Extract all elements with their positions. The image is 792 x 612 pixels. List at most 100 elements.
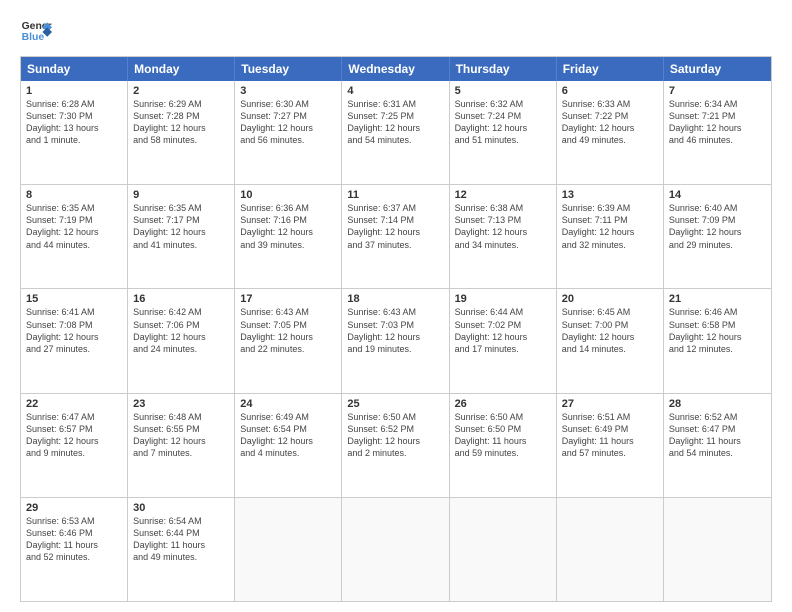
day-info: Sunrise: 6:52 AM Sunset: 6:47 PM Dayligh… [669, 411, 766, 460]
day-number: 19 [455, 293, 551, 305]
day-info: Sunrise: 6:28 AM Sunset: 7:30 PM Dayligh… [26, 98, 122, 147]
day-number: 18 [347, 293, 443, 305]
calendar: SundayMondayTuesdayWednesdayThursdayFrid… [20, 56, 772, 602]
header-day-monday: Monday [128, 57, 235, 81]
calendar-cell: 13Sunrise: 6:39 AM Sunset: 7:11 PM Dayli… [557, 185, 664, 288]
header-day-thursday: Thursday [450, 57, 557, 81]
day-number: 5 [455, 85, 551, 97]
day-number: 13 [562, 189, 658, 201]
calendar-cell [557, 498, 664, 601]
calendar-body: 1Sunrise: 6:28 AM Sunset: 7:30 PM Daylig… [21, 81, 771, 601]
day-number: 16 [133, 293, 229, 305]
calendar-cell: 22Sunrise: 6:47 AM Sunset: 6:57 PM Dayli… [21, 394, 128, 497]
day-number: 28 [669, 398, 766, 410]
day-info: Sunrise: 6:41 AM Sunset: 7:08 PM Dayligh… [26, 306, 122, 355]
day-number: 17 [240, 293, 336, 305]
header-day-tuesday: Tuesday [235, 57, 342, 81]
calendar-cell: 30Sunrise: 6:54 AM Sunset: 6:44 PM Dayli… [128, 498, 235, 601]
header-day-wednesday: Wednesday [342, 57, 449, 81]
svg-text:Blue: Blue [22, 32, 45, 43]
calendar-cell: 7Sunrise: 6:34 AM Sunset: 7:21 PM Daylig… [664, 81, 771, 184]
calendar-cell: 27Sunrise: 6:51 AM Sunset: 6:49 PM Dayli… [557, 394, 664, 497]
calendar-cell: 29Sunrise: 6:53 AM Sunset: 6:46 PM Dayli… [21, 498, 128, 601]
day-info: Sunrise: 6:32 AM Sunset: 7:24 PM Dayligh… [455, 98, 551, 147]
day-info: Sunrise: 6:34 AM Sunset: 7:21 PM Dayligh… [669, 98, 766, 147]
day-info: Sunrise: 6:36 AM Sunset: 7:16 PM Dayligh… [240, 202, 336, 251]
calendar-header: SundayMondayTuesdayWednesdayThursdayFrid… [21, 57, 771, 81]
day-info: Sunrise: 6:40 AM Sunset: 7:09 PM Dayligh… [669, 202, 766, 251]
calendar-cell: 18Sunrise: 6:43 AM Sunset: 7:03 PM Dayli… [342, 289, 449, 392]
day-info: Sunrise: 6:48 AM Sunset: 6:55 PM Dayligh… [133, 411, 229, 460]
day-number: 23 [133, 398, 229, 410]
calendar-cell: 11Sunrise: 6:37 AM Sunset: 7:14 PM Dayli… [342, 185, 449, 288]
header-day-sunday: Sunday [21, 57, 128, 81]
day-info: Sunrise: 6:50 AM Sunset: 6:52 PM Dayligh… [347, 411, 443, 460]
logo: General Blue [20, 16, 56, 48]
day-number: 3 [240, 85, 336, 97]
header-day-friday: Friday [557, 57, 664, 81]
calendar-cell: 6Sunrise: 6:33 AM Sunset: 7:22 PM Daylig… [557, 81, 664, 184]
day-number: 4 [347, 85, 443, 97]
day-info: Sunrise: 6:29 AM Sunset: 7:28 PM Dayligh… [133, 98, 229, 147]
day-info: Sunrise: 6:37 AM Sunset: 7:14 PM Dayligh… [347, 202, 443, 251]
calendar-cell: 21Sunrise: 6:46 AM Sunset: 6:58 PM Dayli… [664, 289, 771, 392]
day-info: Sunrise: 6:33 AM Sunset: 7:22 PM Dayligh… [562, 98, 658, 147]
calendar-cell: 10Sunrise: 6:36 AM Sunset: 7:16 PM Dayli… [235, 185, 342, 288]
day-info: Sunrise: 6:53 AM Sunset: 6:46 PM Dayligh… [26, 515, 122, 564]
calendar-cell: 20Sunrise: 6:45 AM Sunset: 7:00 PM Dayli… [557, 289, 664, 392]
day-info: Sunrise: 6:45 AM Sunset: 7:00 PM Dayligh… [562, 306, 658, 355]
calendar-cell: 2Sunrise: 6:29 AM Sunset: 7:28 PM Daylig… [128, 81, 235, 184]
day-number: 22 [26, 398, 122, 410]
calendar-cell: 17Sunrise: 6:43 AM Sunset: 7:05 PM Dayli… [235, 289, 342, 392]
day-number: 10 [240, 189, 336, 201]
calendar-row-4: 29Sunrise: 6:53 AM Sunset: 6:46 PM Dayli… [21, 497, 771, 601]
calendar-cell [342, 498, 449, 601]
day-info: Sunrise: 6:54 AM Sunset: 6:44 PM Dayligh… [133, 515, 229, 564]
day-info: Sunrise: 6:42 AM Sunset: 7:06 PM Dayligh… [133, 306, 229, 355]
day-info: Sunrise: 6:38 AM Sunset: 7:13 PM Dayligh… [455, 202, 551, 251]
day-info: Sunrise: 6:49 AM Sunset: 6:54 PM Dayligh… [240, 411, 336, 460]
logo-icon: General Blue [20, 16, 52, 48]
calendar-cell: 4Sunrise: 6:31 AM Sunset: 7:25 PM Daylig… [342, 81, 449, 184]
calendar-cell: 16Sunrise: 6:42 AM Sunset: 7:06 PM Dayli… [128, 289, 235, 392]
day-number: 9 [133, 189, 229, 201]
day-info: Sunrise: 6:46 AM Sunset: 6:58 PM Dayligh… [669, 306, 766, 355]
day-number: 20 [562, 293, 658, 305]
calendar-row-3: 22Sunrise: 6:47 AM Sunset: 6:57 PM Dayli… [21, 393, 771, 497]
calendar-cell: 3Sunrise: 6:30 AM Sunset: 7:27 PM Daylig… [235, 81, 342, 184]
calendar-cell: 24Sunrise: 6:49 AM Sunset: 6:54 PM Dayli… [235, 394, 342, 497]
calendar-row-1: 8Sunrise: 6:35 AM Sunset: 7:19 PM Daylig… [21, 184, 771, 288]
day-info: Sunrise: 6:39 AM Sunset: 7:11 PM Dayligh… [562, 202, 658, 251]
calendar-cell: 19Sunrise: 6:44 AM Sunset: 7:02 PM Dayli… [450, 289, 557, 392]
day-number: 26 [455, 398, 551, 410]
day-number: 8 [26, 189, 122, 201]
day-info: Sunrise: 6:50 AM Sunset: 6:50 PM Dayligh… [455, 411, 551, 460]
day-number: 29 [26, 502, 122, 514]
day-info: Sunrise: 6:31 AM Sunset: 7:25 PM Dayligh… [347, 98, 443, 147]
day-number: 25 [347, 398, 443, 410]
day-number: 14 [669, 189, 766, 201]
calendar-row-0: 1Sunrise: 6:28 AM Sunset: 7:30 PM Daylig… [21, 81, 771, 184]
day-number: 27 [562, 398, 658, 410]
calendar-cell: 8Sunrise: 6:35 AM Sunset: 7:19 PM Daylig… [21, 185, 128, 288]
day-number: 12 [455, 189, 551, 201]
header-day-saturday: Saturday [664, 57, 771, 81]
calendar-cell: 15Sunrise: 6:41 AM Sunset: 7:08 PM Dayli… [21, 289, 128, 392]
calendar-cell: 28Sunrise: 6:52 AM Sunset: 6:47 PM Dayli… [664, 394, 771, 497]
day-number: 11 [347, 189, 443, 201]
day-number: 15 [26, 293, 122, 305]
page: General Blue SundayMondayTuesdayWednesda… [0, 0, 792, 612]
calendar-cell: 14Sunrise: 6:40 AM Sunset: 7:09 PM Dayli… [664, 185, 771, 288]
day-info: Sunrise: 6:43 AM Sunset: 7:03 PM Dayligh… [347, 306, 443, 355]
day-info: Sunrise: 6:43 AM Sunset: 7:05 PM Dayligh… [240, 306, 336, 355]
day-number: 7 [669, 85, 766, 97]
calendar-row-2: 15Sunrise: 6:41 AM Sunset: 7:08 PM Dayli… [21, 288, 771, 392]
calendar-cell [235, 498, 342, 601]
header: General Blue [20, 16, 772, 48]
day-info: Sunrise: 6:30 AM Sunset: 7:27 PM Dayligh… [240, 98, 336, 147]
day-number: 21 [669, 293, 766, 305]
day-info: Sunrise: 6:51 AM Sunset: 6:49 PM Dayligh… [562, 411, 658, 460]
calendar-cell [450, 498, 557, 601]
day-number: 30 [133, 502, 229, 514]
day-number: 2 [133, 85, 229, 97]
